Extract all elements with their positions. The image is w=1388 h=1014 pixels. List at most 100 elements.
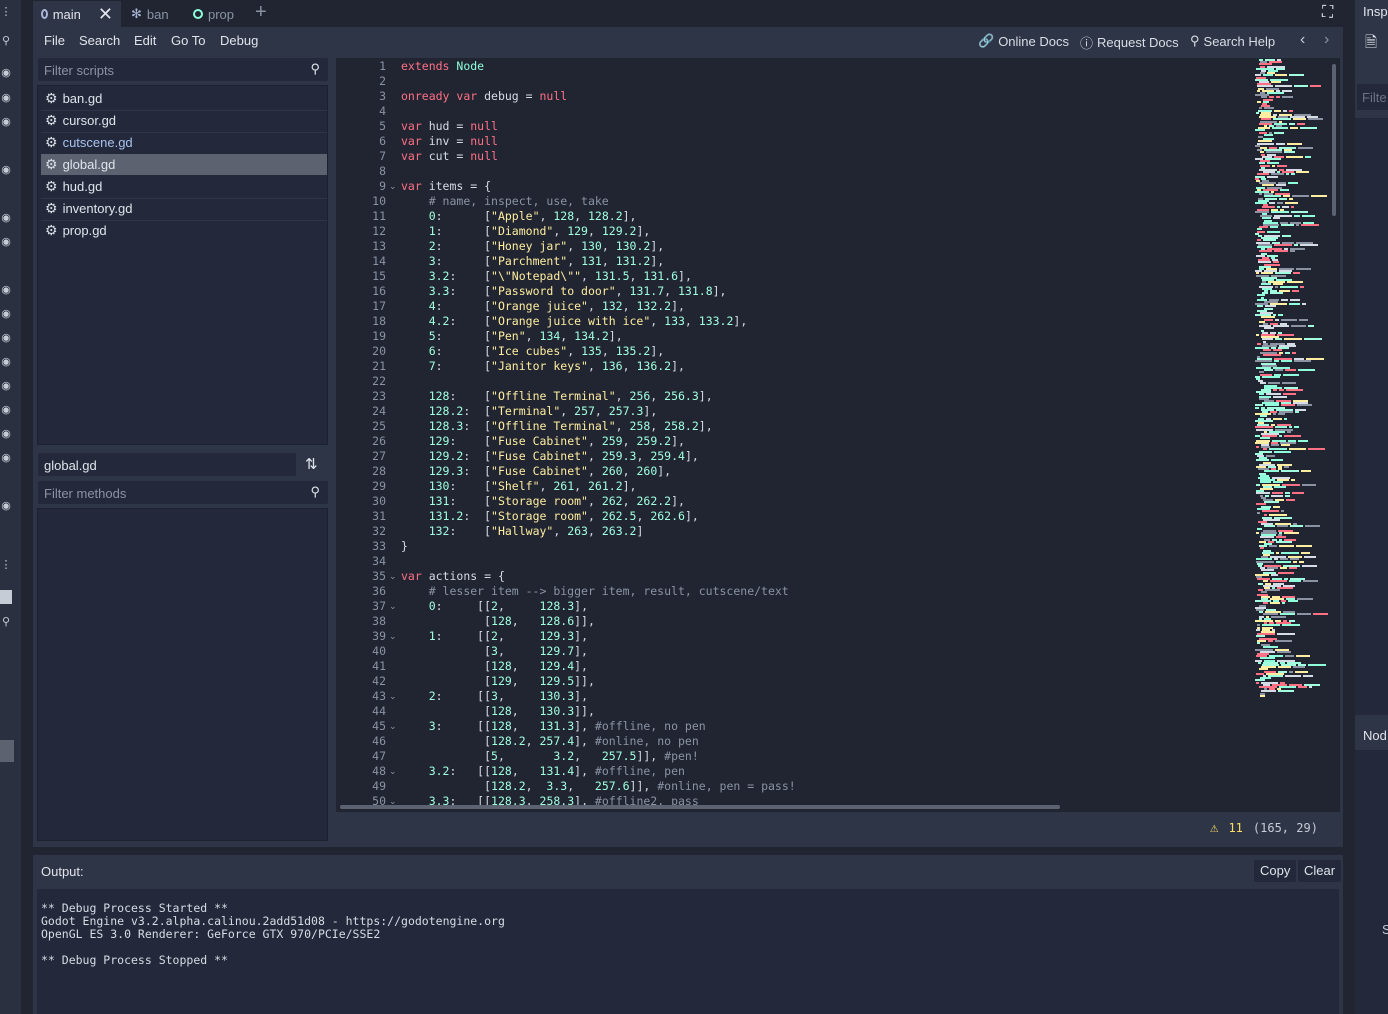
minimap-mark (1298, 147, 1313, 149)
minimap-mark (1277, 650, 1291, 653)
visibility-icon[interactable]: ◉ (0, 236, 12, 248)
warning-icon[interactable]: ⚠ (1210, 820, 1218, 836)
request-docs-button[interactable]: ⓘ Request Docs (1080, 33, 1179, 52)
list-item[interactable]: ⚙ cutscene.gd (41, 132, 327, 153)
code-line: 129: ["Fuse Cabinet", 259, 259.2], (428, 434, 685, 448)
code-line: 129.3: ["Fuse Cabinet", 260, 260], (428, 464, 672, 478)
online-docs-button[interactable]: 🔗 Online Docs (978, 33, 1069, 49)
menu-goto[interactable]: Go To (171, 33, 205, 48)
close-icon[interactable]: ✕ (98, 4, 113, 25)
minimap-mark (1271, 494, 1283, 497)
new-resource-icon[interactable]: 🗎 (1365, 32, 1377, 57)
back-icon[interactable]: ‹ (1300, 31, 1305, 49)
visibility-icon[interactable]: ◉ (0, 67, 12, 79)
code-minimap[interactable] (1254, 58, 1338, 698)
fold-arrow-icon[interactable]: ⌄ (389, 569, 397, 584)
visibility-icon[interactable]: ◉ (0, 332, 12, 344)
menu-dots-icon[interactable]: ⋮ (0, 6, 12, 18)
visibility-icon[interactable]: ◉ (0, 452, 12, 464)
list-item[interactable]: ⚙ inventory.gd (41, 198, 327, 219)
clear-button[interactable]: Clear (1298, 860, 1342, 882)
tab-prop[interactable]: prop (185, 1, 242, 27)
fold-arrow-icon[interactable]: ⌄ (389, 599, 397, 614)
horizontal-scrollbar[interactable] (340, 805, 1060, 809)
line-number: 44 (372, 704, 386, 718)
fold-arrow-icon[interactable]: ⌄ (389, 179, 397, 194)
visibility-icon[interactable]: ◉ (0, 404, 12, 416)
filter-scripts-input[interactable]: Filter scripts ⚲ (38, 58, 328, 81)
visibility-icon[interactable]: ◉ (0, 284, 12, 296)
visibility-icon[interactable]: ◉ (0, 92, 12, 104)
search-help-button[interactable]: ⚲ Search Help (1190, 33, 1275, 49)
minimap-mark (1277, 202, 1283, 204)
visibility-icon[interactable]: ◉ (0, 164, 12, 176)
add-tab-icon[interactable]: + (255, 1, 267, 24)
minimap-mark (1281, 318, 1297, 321)
tab-main[interactable]: main ✕ (33, 1, 121, 27)
minimap-mark (1289, 303, 1300, 306)
gear-icon: ⚙ (45, 222, 58, 238)
minimap-mark (1289, 197, 1293, 200)
visibility-icon[interactable]: ◉ (0, 428, 12, 440)
visibility-icon[interactable]: ◉ (0, 308, 12, 320)
inspector-filter-input[interactable]: Filte (1357, 84, 1388, 110)
sort-icon[interactable]: ⇅ (305, 455, 318, 473)
minimap-mark (1275, 285, 1278, 288)
visibility-icon[interactable]: ◉ (0, 380, 12, 392)
list-item[interactable]: ⚙ ban.gd (41, 88, 327, 109)
minimap-mark (1302, 565, 1317, 567)
warning-count[interactable]: 11 (1228, 821, 1242, 835)
minimap-mark (1255, 406, 1259, 409)
fold-arrow-icon[interactable]: ⌄ (389, 764, 397, 779)
gear-icon: ⚙ (45, 134, 58, 150)
visibility-icon[interactable]: ◉ (0, 212, 12, 224)
search-icon[interactable]: ⚲ (0, 616, 12, 628)
minimap-mark (1273, 325, 1289, 328)
visibility-icon[interactable]: ◉ (0, 116, 12, 128)
menu-search[interactable]: Search (79, 33, 120, 48)
forward-icon[interactable]: › (1324, 31, 1329, 49)
line-number: 45 (372, 719, 386, 733)
menu-dots-icon[interactable]: ⋮ (0, 559, 12, 571)
filter-methods-input[interactable]: Filter methods ⚲ (38, 481, 328, 504)
menu-file[interactable]: File (44, 33, 65, 48)
code-line: 4.2: ["Orange juice with ice", 133, 133.… (428, 314, 748, 328)
scroll-handle[interactable] (0, 740, 14, 762)
line-number: 20 (372, 344, 386, 358)
line-number: 24 (372, 404, 386, 418)
node-tab[interactable]: Nod (1363, 728, 1387, 743)
list-item[interactable]: ⚙ prop.gd (41, 220, 327, 241)
inspector-title[interactable]: Insp (1363, 4, 1388, 19)
line-number: 35 (372, 569, 386, 583)
minimap-mark (1293, 666, 1305, 669)
minimap-mark (1296, 171, 1309, 174)
minimap-mark (1256, 111, 1259, 114)
menu-debug[interactable]: Debug (220, 33, 258, 48)
copy-button[interactable]: Copy (1254, 860, 1297, 882)
visibility-icon[interactable]: ◉ (0, 500, 12, 512)
list-item[interactable]: ⚙ cursor.gd (41, 110, 327, 131)
line-number: 48 (372, 764, 386, 778)
list-icon[interactable] (0, 590, 12, 604)
fold-arrow-icon[interactable]: ⌄ (389, 689, 397, 704)
tab-ban[interactable]: ✻ ban (123, 1, 177, 27)
fullscreen-icon[interactable]: ⛶ (1322, 4, 1333, 22)
line-number: 33 (372, 539, 386, 553)
code-editor[interactable]: 1 extends Node 2 3 onready var debug = null 4… (336, 58, 1340, 812)
visibility-icon[interactable]: ◉ (0, 356, 12, 368)
search-icon[interactable]: ⚲ (0, 35, 12, 47)
list-item[interactable]: ⚙ hud.gd (41, 176, 327, 197)
minimap-mark (1275, 74, 1287, 77)
code-line: [129, 129.5]], (401, 674, 595, 688)
circle-icon (41, 9, 48, 19)
code-line: 6: ["Ice cubes", 135, 135.2], (428, 344, 665, 358)
circle-icon (193, 9, 203, 19)
fold-arrow-icon[interactable]: ⌄ (389, 629, 397, 644)
menu-edit[interactable]: Edit (134, 33, 156, 48)
minimap-mark (1292, 195, 1309, 198)
list-item-selected[interactable]: ⚙ global.gd (41, 154, 327, 175)
vertical-scrollbar[interactable] (1332, 64, 1336, 216)
fold-arrow-icon[interactable]: ⌄ (389, 719, 397, 734)
output-log: ** Debug Process Started ** Godot Engine… (37, 889, 1339, 1014)
line-number: 27 (372, 449, 386, 463)
